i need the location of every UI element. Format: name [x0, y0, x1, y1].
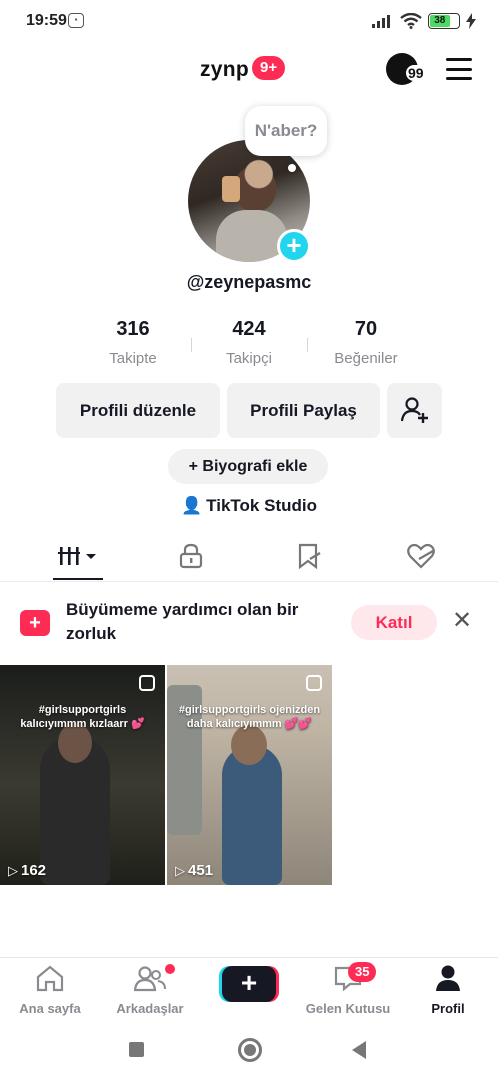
nav-inbox-label: Gelen Kutusu: [305, 1001, 391, 1016]
stat-likes[interactable]: 70 Beğeniler: [311, 318, 421, 367]
system-nav-bar: [0, 1021, 498, 1080]
add-bio-button[interactable]: + Biyografi ekle: [168, 449, 328, 484]
stat-followers[interactable]: 424 Takipçi: [194, 318, 304, 367]
challenge-icon: +: [20, 610, 50, 636]
notification-icon: ▪: [68, 13, 84, 28]
signal-icon: [372, 15, 390, 28]
battery-level: 38: [430, 15, 450, 27]
profile-handle: @zeynepasmc: [186, 272, 312, 292]
recents-icon[interactable]: [129, 1042, 144, 1057]
share-profile-button[interactable]: Profili Paylaş: [227, 383, 380, 438]
home-button-icon[interactable]: [238, 1038, 262, 1062]
stat-divider: [307, 338, 308, 352]
friends-notification-dot: [165, 964, 175, 974]
followers-count: 424: [232, 318, 266, 340]
coins-count: 99: [406, 65, 426, 81]
avatar-phone: [222, 176, 240, 202]
status-icons: 38: [372, 11, 476, 31]
tab-private[interactable]: [141, 532, 241, 580]
profile-icon: [436, 965, 460, 991]
create-button[interactable]: +: [222, 966, 276, 1002]
likes-count: 70: [354, 318, 378, 340]
view-count-value: 162: [21, 862, 47, 879]
status-bar: 19:59 ▪ 38: [0, 0, 498, 42]
nav-home-label: Ana sayfa: [19, 1001, 81, 1016]
video-face: [231, 725, 267, 765]
tab-liked[interactable]: [371, 532, 471, 580]
studio-label: TikTok Studio: [206, 496, 317, 515]
friends-icon: [133, 966, 166, 992]
play-icon: ▷: [175, 863, 185, 878]
menu-icon[interactable]: [446, 58, 472, 80]
tab-videos[interactable]: [28, 532, 128, 580]
followers-label: Takipçi: [226, 350, 272, 367]
challenge-banner[interactable]: + Büyümeme yardımcı olan bir zorluk Katı…: [0, 594, 498, 652]
notification-badge: 9+: [252, 56, 286, 80]
add-user-icon: [400, 397, 428, 423]
charging-icon: [466, 13, 476, 29]
nav-friends[interactable]: Arkadaşlar: [100, 964, 200, 1016]
play-icon: ▷: [8, 863, 18, 878]
add-story-button[interactable]: +: [277, 229, 311, 263]
inbox-badge: 35: [348, 962, 377, 982]
video-caption: #girlsupportgirls kalıcıyımmm kızlaarr 💕: [20, 704, 145, 730]
stat-divider: [191, 338, 192, 352]
tiktok-studio-link[interactable]: 👤 TikTok Studio: [0, 496, 498, 516]
home-icon: [36, 965, 64, 992]
following-count: 316: [116, 318, 150, 340]
profile-header: zynp 9+ 99: [0, 48, 498, 92]
challenge-text: Büyümeme yardımcı olan bir zorluk: [66, 600, 299, 643]
multi-photo-icon: [306, 675, 322, 691]
video-thumbnail[interactable]: #girlsupportgirls kalıcıyımmm kızlaarr 💕…: [0, 665, 165, 885]
stat-following[interactable]: 316 Takipte: [78, 318, 188, 367]
view-count-value: 451: [188, 862, 214, 879]
video-grid: #girlsupportgirls kalıcıyımmm kızlaarr 💕…: [0, 665, 498, 885]
wifi-icon: [400, 13, 422, 29]
status-bubble[interactable]: N'aber?: [245, 106, 327, 156]
view-count: ▷ 162: [8, 862, 46, 879]
nav-profile[interactable]: Profil: [398, 964, 498, 1016]
avatar-figure: [216, 210, 288, 262]
studio-icon: 👤: [181, 496, 203, 515]
close-icon[interactable]: ✕: [452, 609, 472, 633]
tab-saved[interactable]: [259, 532, 359, 580]
nav-friends-label: Arkadaşlar: [116, 1001, 184, 1016]
back-icon[interactable]: [352, 1041, 366, 1059]
video-figure: [222, 745, 282, 885]
likes-label: Beğeniler: [334, 350, 398, 367]
bookmark-icon: [298, 543, 321, 569]
video-thumbnail[interactable]: #girlsupportgirls ojenizden daha kalıcıy…: [167, 665, 332, 885]
bubble-tail: [288, 164, 296, 172]
bottom-nav: Ana sayfa Arkadaşlar + Gelen Kutusu 35 P…: [0, 957, 498, 1021]
liked-heart-icon: [407, 543, 435, 569]
multi-photo-icon: [139, 675, 155, 691]
video-caption: #girlsupportgirls ojenizden daha kalıcıy…: [178, 704, 321, 730]
account-switcher[interactable]: zynp: [200, 58, 249, 82]
lock-icon: [179, 543, 203, 569]
add-friend-button[interactable]: [387, 383, 442, 438]
battery-icon: 38: [428, 13, 460, 29]
videos-grid-icon: [58, 547, 96, 565]
content-tabs: [0, 532, 498, 582]
following-label: Takipte: [109, 350, 157, 367]
active-tab-indicator: [53, 578, 103, 580]
nav-home[interactable]: Ana sayfa: [0, 964, 100, 1016]
nav-profile-label: Profil: [431, 1001, 465, 1016]
view-count: ▷ 451: [175, 862, 213, 879]
join-challenge-button[interactable]: Katıl: [351, 605, 437, 640]
edit-profile-button[interactable]: Profili düzenle: [56, 383, 220, 438]
status-time: 19:59: [26, 12, 67, 29]
